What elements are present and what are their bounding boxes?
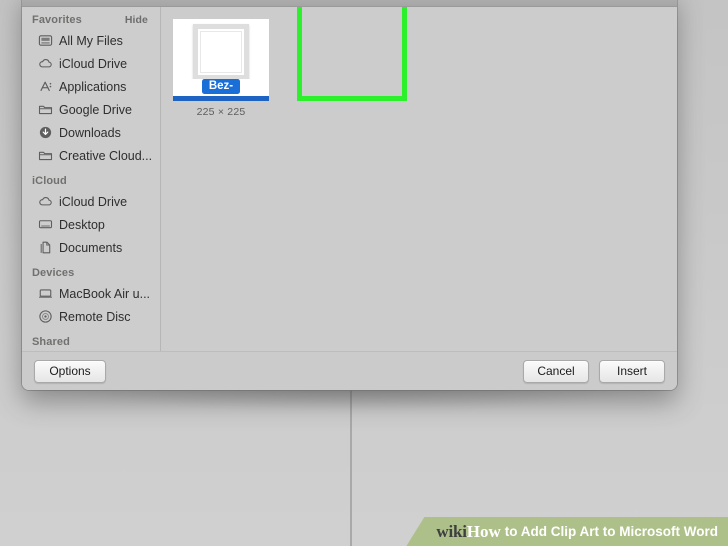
sidebar-item-label: Documents bbox=[59, 240, 123, 255]
sidebar-section-header-icloud: iCloud bbox=[22, 173, 160, 190]
sidebar-item-label: Applications bbox=[59, 79, 127, 94]
desktop-icon bbox=[38, 217, 53, 232]
folder-icon bbox=[38, 102, 53, 117]
sidebar-hide-button[interactable]: Hide bbox=[125, 14, 148, 26]
file-grid: Bez- 225 × 225 bbox=[161, 15, 677, 118]
sidebar-item-remote-disc[interactable]: Remote Disc bbox=[22, 305, 160, 328]
documents-icon bbox=[38, 240, 53, 255]
file-selection-bar bbox=[173, 96, 269, 101]
sidebar-section-title: Favorites bbox=[32, 14, 82, 26]
sidebar-item-macbook-air[interactable]: MacBook Air u... bbox=[22, 282, 160, 305]
sidebar-item-label: Google Drive bbox=[59, 102, 132, 117]
sidebar-item-icloud-drive-fav[interactable]: iCloud Drive bbox=[22, 52, 160, 75]
sidebar-section-header-devices: Devices bbox=[22, 265, 160, 282]
options-button[interactable]: Options bbox=[34, 359, 106, 383]
sidebar-section-title: Shared bbox=[32, 336, 70, 348]
sidebar-item-label: iCloud Drive bbox=[59, 56, 128, 71]
sidebar-item-label: Downloads bbox=[59, 125, 121, 140]
sidebar-section-header-favorites: Favorites Hide bbox=[22, 12, 160, 29]
disc-icon bbox=[38, 309, 53, 324]
watermark-how-text: How bbox=[466, 521, 501, 541]
applications-icon bbox=[38, 79, 53, 94]
sidebar-item-label: iCloud Drive bbox=[59, 194, 128, 209]
file-dimensions-label: 225 × 225 bbox=[196, 106, 246, 118]
wikihow-watermark: wiki How to Add Clip Art to Microsoft Word bbox=[406, 517, 728, 546]
sidebar-item-label: Creative Cloud... bbox=[59, 148, 152, 163]
sidebar-item-desktop[interactable]: Desktop bbox=[22, 213, 160, 236]
sidebar-item-label: Remote Disc bbox=[59, 309, 131, 324]
dialog-toolbar-strip bbox=[22, 0, 677, 7]
file-name-label[interactable]: Bez- bbox=[201, 79, 241, 94]
sidebar-item-label: All My Files bbox=[59, 33, 123, 48]
footer-action-buttons: Cancel Insert bbox=[523, 359, 665, 383]
dialog-body: Favorites Hide All My Files iCloud Drive bbox=[22, 7, 677, 351]
sidebar-item-downloads[interactable]: Downloads bbox=[22, 121, 160, 144]
sidebar-item-google-drive[interactable]: Google Drive bbox=[22, 98, 160, 121]
sidebar-item-creative-cloud[interactable]: Creative Cloud... bbox=[22, 144, 160, 167]
laptop-icon bbox=[38, 286, 53, 301]
file-tile[interactable]: Bez- 225 × 225 bbox=[167, 15, 275, 118]
file-name-row: Bez- bbox=[173, 79, 269, 96]
file-browser-pane[interactable]: Bez- 225 × 225 bbox=[161, 7, 677, 351]
insert-button[interactable]: Insert bbox=[599, 359, 665, 383]
insert-picture-dialog: Favorites Hide All My Files iCloud Drive bbox=[22, 0, 677, 390]
downloads-icon bbox=[38, 125, 53, 140]
sidebar-item-all-my-files[interactable]: All My Files bbox=[22, 29, 160, 52]
sidebar-item-label: Desktop bbox=[59, 217, 105, 232]
sidebar-section-title: iCloud bbox=[32, 175, 67, 187]
blank-image-thumbnail bbox=[193, 24, 249, 80]
sidebar-item-icloud-drive[interactable]: iCloud Drive bbox=[22, 190, 160, 213]
watermark-title-text: to Add Clip Art to Microsoft Word bbox=[504, 524, 718, 539]
sidebar-item-label: MacBook Air u... bbox=[59, 286, 151, 301]
dialog-sidebar[interactable]: Favorites Hide All My Files iCloud Drive bbox=[22, 7, 161, 351]
cloud-icon bbox=[38, 194, 53, 209]
sidebar-section-header-shared: Shared bbox=[22, 334, 160, 351]
cancel-button[interactable]: Cancel bbox=[523, 359, 589, 383]
watermark-wiki-text: wiki bbox=[436, 521, 467, 541]
folder-icon bbox=[38, 148, 53, 163]
sidebar-item-applications[interactable]: Applications bbox=[22, 75, 160, 98]
all-my-files-icon bbox=[38, 33, 53, 48]
cloud-icon bbox=[38, 56, 53, 71]
sidebar-section-title: Devices bbox=[32, 267, 75, 279]
dialog-footer: Options Cancel Insert bbox=[22, 351, 677, 390]
sidebar-item-documents[interactable]: Documents bbox=[22, 236, 160, 259]
